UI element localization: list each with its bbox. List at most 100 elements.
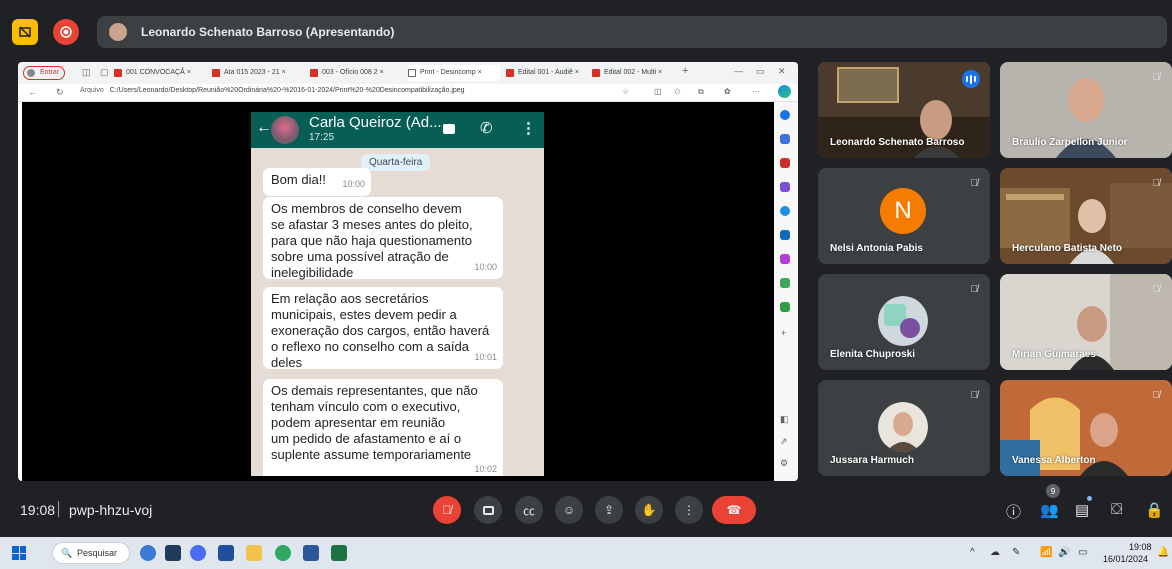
wifi-icon[interactable]: 📶 — [1040, 547, 1052, 558]
copilot-icon[interactable] — [778, 85, 791, 98]
chrome-icon[interactable] — [275, 545, 291, 561]
mic-toggle-button[interactable]: 🎙̸ — [433, 496, 461, 524]
tray-overflow-icon[interactable]: ^ — [970, 547, 975, 558]
tab-actions-icon[interactable]: ▢ — [100, 67, 109, 78]
muted-mic-icon: 🎙̸ — [1152, 284, 1161, 295]
participant-name: Braulio Zarpellon Junior — [1012, 137, 1128, 148]
settings-icon[interactable]: ⚙ — [780, 458, 788, 469]
favorites-icon[interactable]: ✩ — [674, 87, 681, 96]
more-options-button[interactable]: ⋮ — [675, 496, 703, 524]
raise-hand-button[interactable]: ✋ — [635, 496, 663, 524]
chat-unread-dot — [1087, 496, 1092, 501]
file-explorer-icon[interactable] — [246, 545, 262, 561]
star-icon[interactable]: ☆ — [622, 87, 629, 96]
sidebar-toggle-icon[interactable]: ◧ — [780, 414, 789, 425]
minimize-icon[interactable]: — — [734, 66, 743, 76]
muted-mic-icon: 🎙̸ — [970, 390, 979, 401]
dropbox-icon[interactable] — [218, 545, 234, 561]
separator — [58, 501, 59, 517]
profile-button[interactable]: Entrar — [23, 66, 66, 80]
add-icon[interactable]: + — [781, 328, 786, 338]
message-bubble: Em relação aos secretários municipais, e… — [263, 287, 503, 370]
tools-icon[interactable] — [780, 158, 790, 168]
search-icon[interactable] — [780, 110, 790, 120]
taskbar-search[interactable]: Pesquisar — [52, 542, 130, 564]
new-tab-icon[interactable]: + — [682, 65, 688, 77]
start-icon[interactable] — [12, 546, 26, 560]
participant-name: Nelsi Antonia Pabis — [830, 243, 923, 254]
activities-icon[interactable]: ⛋ — [1111, 501, 1122, 518]
split-screen-icon[interactable]: ◫ — [654, 87, 662, 96]
participant-tile[interactable]: 🎙̸ Elenita Chuproski — [818, 274, 990, 370]
pen-icon[interactable]: ✎ — [1012, 547, 1020, 558]
muted-mic-icon: 🎙̸ — [1152, 390, 1161, 401]
participant-tile[interactable]: 🎙̸ Vanessa Alberton — [1000, 380, 1172, 476]
meeting-details-icon[interactable]: ⓘ — [1006, 501, 1021, 522]
participant-name: Vanessa Alberton — [1012, 455, 1096, 466]
games-icon[interactable] — [780, 182, 790, 192]
shopping-icon[interactable] — [780, 134, 790, 144]
muted-mic-icon: 🎙̸ — [1152, 72, 1161, 83]
host-controls-icon[interactable]: 🔒 — [1145, 501, 1164, 519]
volume-icon[interactable]: 🔊 — [1058, 547, 1070, 558]
outlook-icon[interactable] — [780, 230, 790, 240]
chat-icon[interactable]: ▤ — [1075, 501, 1089, 519]
drop-icon[interactable] — [780, 278, 790, 288]
participant-tile[interactable]: 🎙̸ Braulio Zarpellon Junior — [1000, 62, 1172, 158]
office-icon[interactable] — [780, 206, 790, 216]
workspaces-icon[interactable]: ◫ — [82, 67, 91, 78]
browser-tab[interactable]: 001 CONVOCAÇÃ × — [114, 65, 206, 81]
browser-tab-active[interactable]: Print - Desincomp × — [408, 65, 500, 81]
excel-icon[interactable] — [331, 545, 347, 561]
battery-icon[interactable]: ▭ — [1078, 547, 1087, 558]
external-link-icon[interactable]: ⇗ — [780, 436, 788, 447]
notifications-icon[interactable]: 🔔 — [1157, 547, 1169, 558]
widgets-icon[interactable] — [140, 545, 156, 561]
extensions-icon[interactable]: ✿ — [724, 87, 731, 96]
presenter-avatar — [109, 23, 127, 41]
leave-call-button[interactable]: ☎ — [712, 496, 756, 524]
message-time: 10:00 — [342, 179, 365, 189]
designer-icon[interactable] — [780, 254, 790, 264]
close-icon[interactable]: ✕ — [778, 66, 786, 77]
participant-tile[interactable]: N 🎙̸ Nelsi Antonia Pabis — [818, 168, 990, 264]
more-vert-icon: ⋮ — [683, 503, 695, 517]
participant-tile[interactable]: 🎙̸ Mirian Guimaraes — [1000, 274, 1172, 370]
browser-tab[interactable]: Edital 002 - Multi × — [592, 65, 684, 81]
participant-tile[interactable]: Leonardo Schenato Barroso — [818, 62, 990, 158]
task-view-icon[interactable] — [165, 545, 181, 561]
refresh-icon[interactable]: ↻ — [56, 87, 64, 98]
participant-tile[interactable]: 🎙̸ Herculano Batista Neto — [1000, 168, 1172, 264]
reactions-button[interactable]: ☺ — [555, 496, 583, 524]
restore-icon[interactable]: ▭ — [756, 66, 765, 77]
onedrive-icon[interactable]: ☁ — [990, 547, 1000, 558]
contact-time: 17:25 — [309, 132, 335, 143]
browser-tab[interactable]: Edital 001 - Audiê × — [506, 65, 598, 81]
pdf-icon — [506, 69, 514, 77]
present-button[interactable]: ⇪ — [595, 496, 623, 524]
url-field[interactable]: Arquivo C:/Users/Leonardo/Desktop/Reuniã… — [80, 87, 465, 94]
record-icon[interactable] — [53, 19, 79, 45]
contact-avatar — [271, 116, 299, 144]
tree-icon[interactable] — [780, 302, 790, 312]
participant-tile[interactable]: 🎙̸ Jussara Harmuch — [818, 380, 990, 476]
taskbar-clock-time[interactable]: 19:08 — [1129, 542, 1152, 552]
presenter-banner: Leonardo Schenato Barroso (Apresentando) — [97, 16, 1167, 48]
pdf-icon — [592, 69, 600, 77]
camera-toggle-button[interactable] — [474, 496, 502, 524]
participant-name: Jussara Harmuch — [830, 455, 914, 466]
message-time: 10:01 — [474, 352, 497, 362]
word-icon[interactable] — [303, 545, 319, 561]
collections-icon[interactable]: ⧉ — [698, 87, 704, 97]
taskbar-clock-date[interactable]: 16/01/2024 — [1103, 554, 1148, 564]
captions-button[interactable]: ㏄ — [515, 496, 543, 524]
back-icon[interactable]: ← — [28, 87, 37, 97]
teams-icon[interactable] — [190, 545, 206, 561]
stop-presenting-icon[interactable] — [12, 19, 38, 45]
browser-tab[interactable]: Ata 015 2023 - 21 × — [212, 65, 304, 81]
people-icon[interactable]: 👥 — [1040, 501, 1059, 519]
url-scheme-label: Arquivo — [80, 87, 104, 94]
back-arrow-icon: ← — [256, 119, 272, 136]
browser-tab[interactable]: 003 - Ofício 008 2 × — [310, 65, 402, 81]
more-icon[interactable]: ··· — [752, 87, 760, 96]
